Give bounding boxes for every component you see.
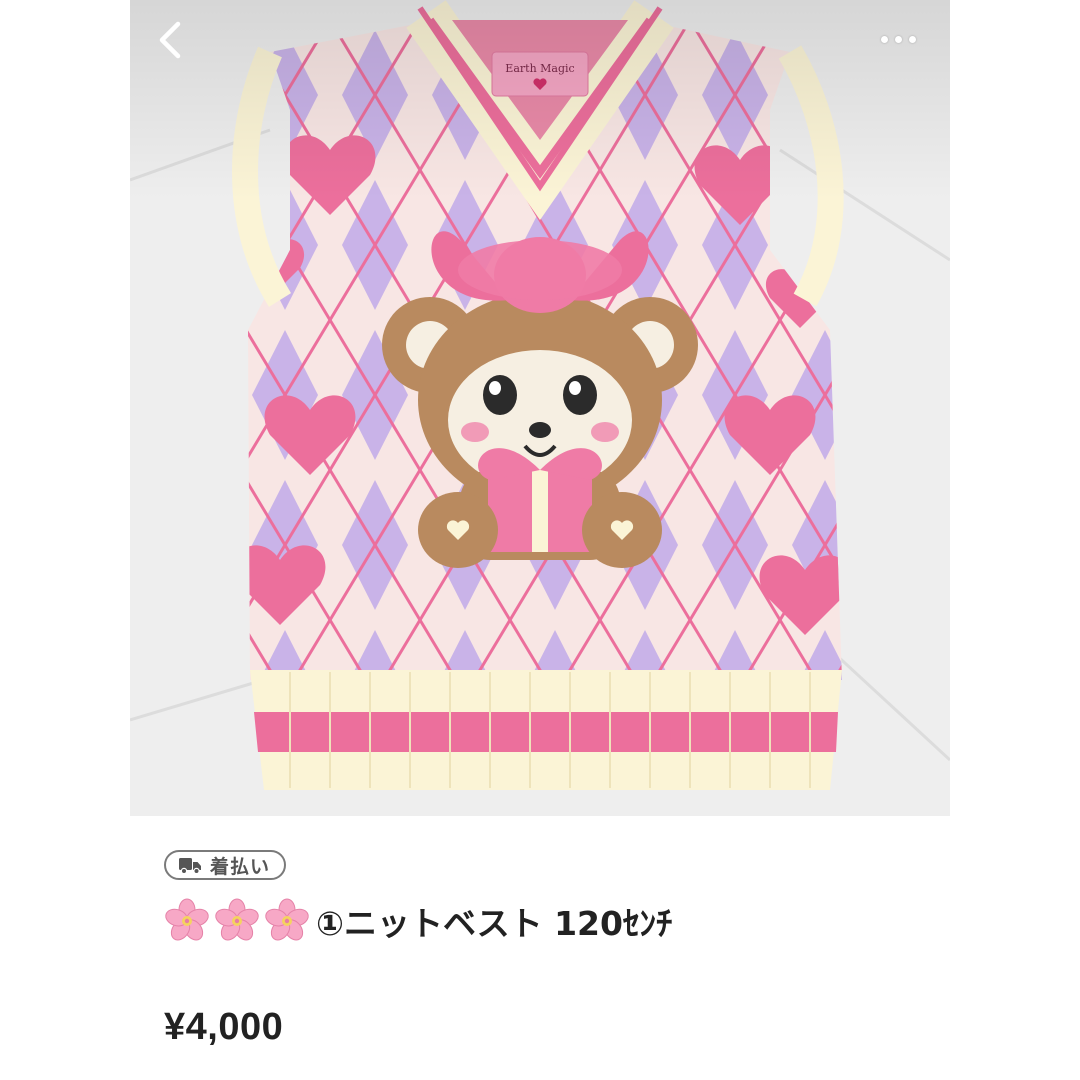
svg-text:Earth Magic: Earth Magic [505, 62, 574, 75]
cherry-blossom-icon [215, 898, 259, 941]
back-button[interactable] [144, 12, 196, 68]
more-dot [894, 35, 902, 43]
cherry-blossom-icon [265, 898, 309, 941]
chevron-left-icon [159, 21, 181, 59]
shipping-badge-label: 着払い [210, 855, 271, 878]
item-title-text: ①ニットベスト 120ｾﾝﾁ [316, 904, 673, 943]
product-page: Earth Magic 着払い ①ニットベスト 120ｾﾝﾁ ¥4,000 [0, 0, 1080, 1080]
shipping-badge: 着払い [164, 850, 287, 880]
brand-tag: Earth Magic [491, 51, 589, 97]
more-dot [908, 35, 916, 43]
hem-ribbing [250, 670, 842, 790]
truck-icon [178, 856, 202, 874]
more-horizontal-icon [880, 35, 888, 43]
cherry-blossom-icon [165, 898, 209, 941]
item-price: ¥4,000 [164, 1006, 284, 1048]
item-title: ①ニットベスト 120ｾﾝﾁ [164, 896, 672, 946]
more-options-button[interactable] [868, 14, 928, 64]
product-photo[interactable]: Earth Magic [130, 0, 950, 816]
